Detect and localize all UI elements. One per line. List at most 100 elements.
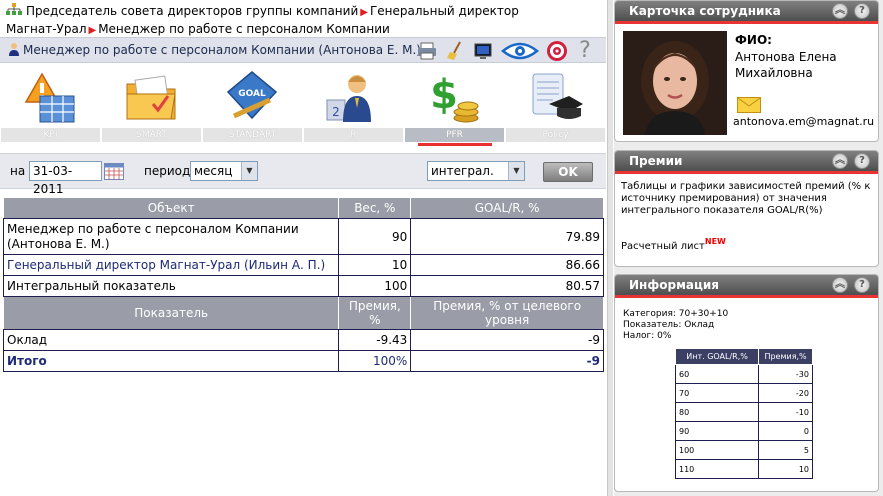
table-row: 70 -20 [674,383,813,403]
tab-pfr[interactable]: $ PFR [404,66,504,146]
org-chart-icon [6,3,22,15]
panel-accent-line [615,295,878,298]
goal-cell: 86.66 [410,254,604,276]
breadcrumb-arrow-icon: ▶ [360,7,368,18]
svg-text:GOAL: GOAL [238,89,266,99]
column-header: Премия, % [338,296,412,330]
tab-r[interactable]: 2 R [303,66,403,146]
svg-text:2: 2 [332,105,340,119]
info-panel: Информация ︽ ? Категория: 70+30+10 Показ… [614,274,879,492]
help-icon[interactable]: ? [854,277,870,293]
premium-cell: 5 [758,440,813,460]
table-header: Инт. GOAL/R,% Премия,% [674,348,813,365]
panel-header: Карточка сотрудника ︽ ? [615,1,878,24]
employee-name: Антонова Елена Михайловна [735,50,837,80]
target-cell: -9 [410,329,604,351]
target-icon[interactable] [546,40,568,62]
rank-person-icon: 2 [326,75,371,122]
table-header-2: Показатель Премия, % Премия, % от целево… [2,296,604,330]
user-bar: Менеджер по работе с персоналом Компании… [0,37,606,63]
date-label: на [10,164,26,178]
table-row[interactable]: Генеральный директор Магнат-Урал (Ильин … [2,254,604,276]
bonus-description[interactable]: Таблицы и графики зависимостей премий (%… [621,181,871,217]
column-header: Премия, % от целевого уровня [410,296,604,330]
employee-photo [623,31,727,135]
tab-policy[interactable]: Policy [505,66,605,146]
breadcrumb-item-hr-manager[interactable]: Менеджер по работе с персоналом Компании [98,22,390,36]
grade-cell: 70 [674,383,760,403]
side-pane: Карточка сотрудника ︽ ? ФИО: Антонова Ел… [614,0,883,496]
chevron-down-icon: ▼ [241,162,257,180]
panel-accent-line [615,171,878,174]
current-user-label: Менеджер по работе с персоналом Компании… [8,42,421,57]
grade-cell: 100 [674,440,760,460]
goal-cell: 80.57 [410,275,604,297]
payslip-link[interactable]: Расчетный листNEW [621,237,726,252]
fio-label: ФИО: [735,33,772,47]
grade-cell: 80 [674,402,760,422]
toolbar: ? [416,39,596,63]
email-link[interactable]: antonova.em@magnat.ru [733,115,874,128]
column-header: Премия,% [758,348,813,365]
object-cell-link[interactable]: Генеральный директор Магнат-Урал (Ильин … [2,254,340,276]
table-row: Менеджер по работе с персоналом Компании… [2,218,604,255]
ok-button[interactable]: OK [543,162,593,182]
goal-cell: 79.89 [410,218,604,255]
grade-cell: 90 [674,421,760,441]
employee-card-panel: Карточка сотрудника ︽ ? ФИО: Антонова Ел… [614,0,879,142]
breadcrumb-item-chairman[interactable]: Председатель совета директоров группы ко… [26,4,358,18]
tab-smart-label: SMART [101,128,201,142]
help-icon[interactable]: ? [854,153,870,169]
collapse-icon[interactable]: ︽ [832,153,848,169]
smart-folder-icon [126,75,176,120]
premium-cell: -30 [758,364,813,384]
column-header: Вес, % [338,197,412,219]
premium-cell: -10 [758,402,813,422]
period-select[interactable]: месяц ▼ [190,161,258,181]
help-icon[interactable]: ? [854,3,870,19]
chevron-down-icon: ▼ [508,162,524,180]
grade-cell: 110 [674,459,760,479]
column-header: Показатель [2,296,340,330]
weight-cell: 90 [338,218,412,255]
table-row: 100 5 [674,440,813,460]
total-bonus: 100% [338,350,412,372]
user-icon [9,43,19,56]
eye-icon[interactable] [500,40,540,62]
kpi-warning-icon [24,72,75,123]
mode-select[interactable]: интеграл. ▼ [427,161,525,181]
category-text: Категория: 70+30+10 [623,309,729,319]
breadcrumb: Председатель совета директоров группы ко… [6,3,566,39]
panel-title: Премии [629,154,683,168]
monitor-icon[interactable] [472,40,494,62]
object-cell: Интегральный показатель [2,275,340,297]
printer-icon[interactable] [416,40,438,62]
grade-cell: 60 [674,364,760,384]
help-icon[interactable]: ? [574,40,596,62]
collapse-icon[interactable]: ︽ [832,3,848,19]
column-header: Инт. GOAL/R,% [674,348,760,365]
total-target: -9 [410,350,604,372]
grade-table: Инт. GOAL/R,% Премия,% 60 -30 70 -20 80 -10… [674,348,813,479]
tab-kpi[interactable]: KPI [0,66,100,146]
filter-bar: на 31-03-2011 период месяц ▼ интеграл. ▼… [0,153,606,196]
policy-graduation-icon [532,73,583,119]
pane-splitter[interactable] [607,0,613,496]
table-row: 90 0 [674,421,813,441]
tab-pfr-label: PFR [404,128,504,142]
goal-standart-icon: GOAL [226,71,278,120]
new-badge: NEW [704,237,726,246]
table-row: 80 -10 [674,402,813,422]
tab-smart[interactable]: SMART [101,66,201,146]
collapse-icon[interactable]: ︽ [832,277,848,293]
tab-standart[interactable]: GOAL STANDART [202,66,302,146]
bonus-panel: Премии ︽ ? Таблицы и графики зависимосте… [614,150,879,267]
envelope-icon[interactable] [737,97,761,113]
bonus-cell: -9.43 [338,329,412,351]
column-header: GOAL/R, % [410,197,604,219]
table-row: Интегральный показатель 100 80.57 [2,275,604,297]
total-label: Итого [2,350,340,372]
broom-icon[interactable] [444,40,466,62]
date-input[interactable]: 31-03-2011 [29,161,102,196]
calendar-icon[interactable] [104,163,124,180]
